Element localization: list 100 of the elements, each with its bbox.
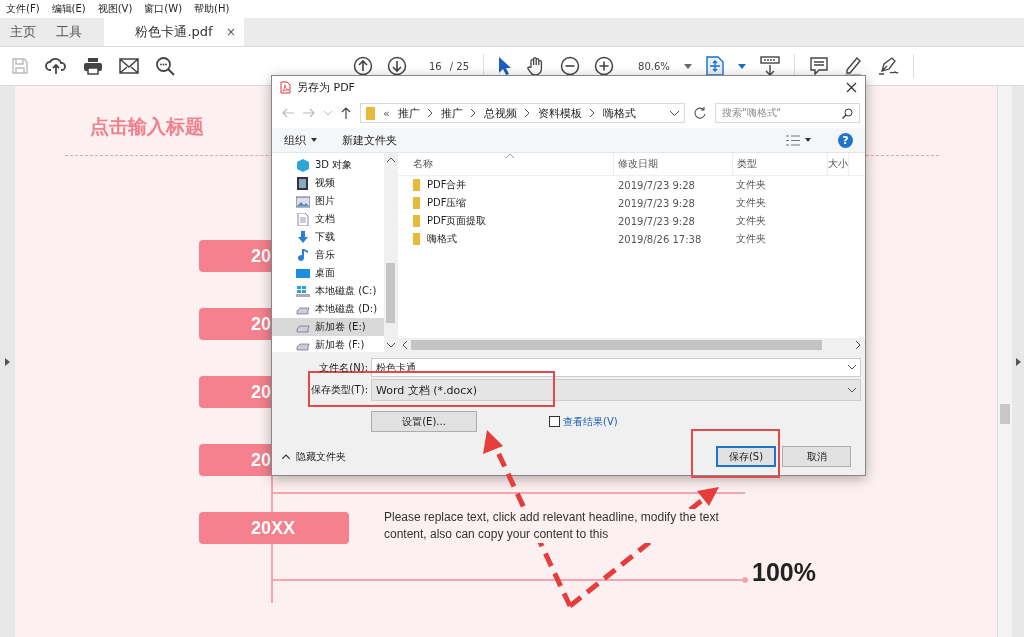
settings-button[interactable]: 设置(E)... [371, 411, 477, 432]
scroll-down-icon[interactable] [386, 343, 395, 348]
breadcrumb[interactable]: 推广 [440, 105, 463, 121]
caret-icon[interactable] [683, 63, 692, 69]
view-list-icon[interactable] [786, 134, 800, 146]
cancel-button[interactable]: 取消 [782, 446, 851, 467]
breadcrumb[interactable]: 资料模板 [537, 105, 582, 121]
scrollbar[interactable] [398, 338, 865, 352]
tab[interactable]: 主页 [0, 18, 46, 46]
column-header[interactable]: 名称 [398, 153, 614, 175]
ruler-icon[interactable] [759, 56, 780, 76]
checkbox-label[interactable]: 查看结果(V) [563, 414, 618, 429]
mail-icon[interactable] [119, 58, 139, 74]
help-button[interactable]: ? [838, 132, 853, 148]
file-type: 文件夹 [735, 196, 767, 210]
sort-icon [506, 154, 514, 158]
new-folder-button[interactable]: 新建文件夹 [342, 132, 397, 148]
breadcrumb[interactable]: 总视频 [483, 105, 517, 121]
menu-item[interactable]: 视图(V) [97, 2, 133, 16]
file-row[interactable]: 嗨格式 2019/8/26 17:38 文件夹 [398, 230, 865, 248]
scroll-right-icon[interactable] [856, 341, 861, 349]
cursor-icon[interactable] [498, 56, 512, 76]
scroll-left-icon[interactable] [402, 341, 407, 349]
caret-icon[interactable] [311, 138, 317, 142]
menu-item[interactable]: 编辑(E) [51, 2, 86, 16]
save-button[interactable]: 保存(S) [716, 446, 776, 467]
scrollbar[interactable] [384, 153, 397, 352]
file-name: PDF压缩 [427, 196, 467, 210]
scroll-up-icon[interactable] [386, 157, 395, 162]
search-icon[interactable] [155, 56, 175, 76]
zoom-out-icon[interactable] [560, 56, 580, 76]
expand-right-icon[interactable] [1015, 357, 1021, 366]
menu-item[interactable]: 帮助(H) [194, 2, 230, 16]
nav-item[interactable]: 文档 [272, 210, 384, 228]
file-name: PDF页面提取 [427, 214, 487, 228]
checkbox[interactable] [549, 416, 560, 427]
expand-left-icon[interactable] [5, 357, 10, 366]
breadcrumb[interactable]: 推广 [397, 105, 420, 121]
close-icon[interactable] [846, 81, 857, 93]
system-drive-icon [296, 284, 310, 298]
year-label: 20XX [199, 512, 349, 544]
next-page-icon[interactable] [387, 56, 407, 76]
chevron-right-icon[interactable] [589, 109, 595, 117]
search-field[interactable]: 搜索"嗨格式" [715, 103, 860, 123]
nav-item[interactable]: 视频 [272, 174, 384, 192]
page-total: / 25 [449, 60, 469, 72]
file-type-dropdown[interactable]: Word 文档 (*.docx) [371, 379, 861, 401]
column-header[interactable]: 类型 [733, 153, 828, 175]
dialog-title: 另存为 PDF [297, 79, 355, 95]
sign-pen-icon[interactable] [876, 56, 899, 76]
hide-folders-toggle[interactable]: 隐藏文件夹 [296, 449, 346, 464]
tab[interactable]: 粉色卡通.pdf × [104, 18, 244, 46]
scrollbar[interactable] [997, 86, 1012, 637]
file-row[interactable]: PDF压缩 2019/7/23 9:28 文件夹 [398, 194, 865, 212]
chevron-down-icon[interactable] [848, 365, 856, 370]
tab[interactable]: 工具 [46, 18, 92, 46]
file-date: 2019/7/23 9:28 [617, 197, 696, 209]
refresh-icon[interactable] [694, 107, 706, 119]
percentage: 100% [752, 558, 816, 587]
caret-icon[interactable] [805, 138, 811, 142]
menu-item[interactable]: 文件(F) [6, 2, 40, 16]
music-icon [296, 248, 310, 262]
print-icon[interactable] [83, 57, 103, 75]
menu-item[interactable]: 窗口(W) [144, 2, 183, 16]
chevron-right-icon[interactable] [524, 109, 530, 117]
file-row[interactable]: PDF页面提取 2019/7/23 9:28 文件夹 [398, 212, 865, 230]
previous-page-icon[interactable] [353, 56, 373, 76]
organize-menu[interactable]: 组织 [284, 132, 306, 148]
cloud-upload-icon[interactable] [45, 56, 67, 76]
picture-icon [296, 194, 310, 208]
folder-icon [413, 233, 420, 245]
nav-item[interactable]: 3D 对象 [272, 156, 384, 174]
column-header[interactable]: 修改日期 [614, 153, 733, 175]
scroll-thumb[interactable] [411, 340, 822, 350]
folder-icon [413, 215, 420, 227]
nav-item[interactable]: 本地磁盘 (C:) [272, 282, 384, 300]
chevron-right-icon[interactable] [427, 109, 433, 117]
zoom-dropdown[interactable]: 80.6% [638, 60, 670, 72]
comment-icon[interactable] [808, 56, 829, 76]
nav-item[interactable]: 图片 [272, 192, 384, 210]
file-name: 嗨格式 [427, 232, 457, 246]
chevron-down-icon[interactable] [670, 110, 679, 116]
breadcrumb[interactable]: 嗨格式 [602, 105, 636, 121]
caret-icon[interactable] [737, 63, 746, 69]
address-bar[interactable]: « 推广 推广 总视频 资料模板 嗨格式 [360, 103, 685, 123]
pdf-icon [280, 80, 291, 94]
page-number-field[interactable]: 16 [429, 60, 442, 72]
file-date: 2019/7/23 9:28 [617, 215, 696, 227]
nav-item[interactable]: 新加卷 (E:) [272, 318, 384, 336]
scroll-thumb[interactable] [386, 262, 395, 323]
chevron-up-icon[interactable] [282, 454, 290, 459]
up-arrow-icon[interactable] [341, 107, 351, 119]
file-row[interactable]: PDF合并 2019/7/23 9:28 文件夹 [398, 176, 865, 194]
slide-title: 点击输入标题 [90, 114, 204, 139]
chevron-right-icon[interactable] [470, 109, 476, 117]
chevron-down-icon[interactable] [848, 387, 856, 393]
scroll-thumb[interactable] [1000, 404, 1010, 424]
fit-page-icon[interactable] [705, 56, 724, 76]
zoom-in-icon[interactable] [594, 56, 614, 76]
column-header[interactable]: 大小 [828, 153, 849, 175]
